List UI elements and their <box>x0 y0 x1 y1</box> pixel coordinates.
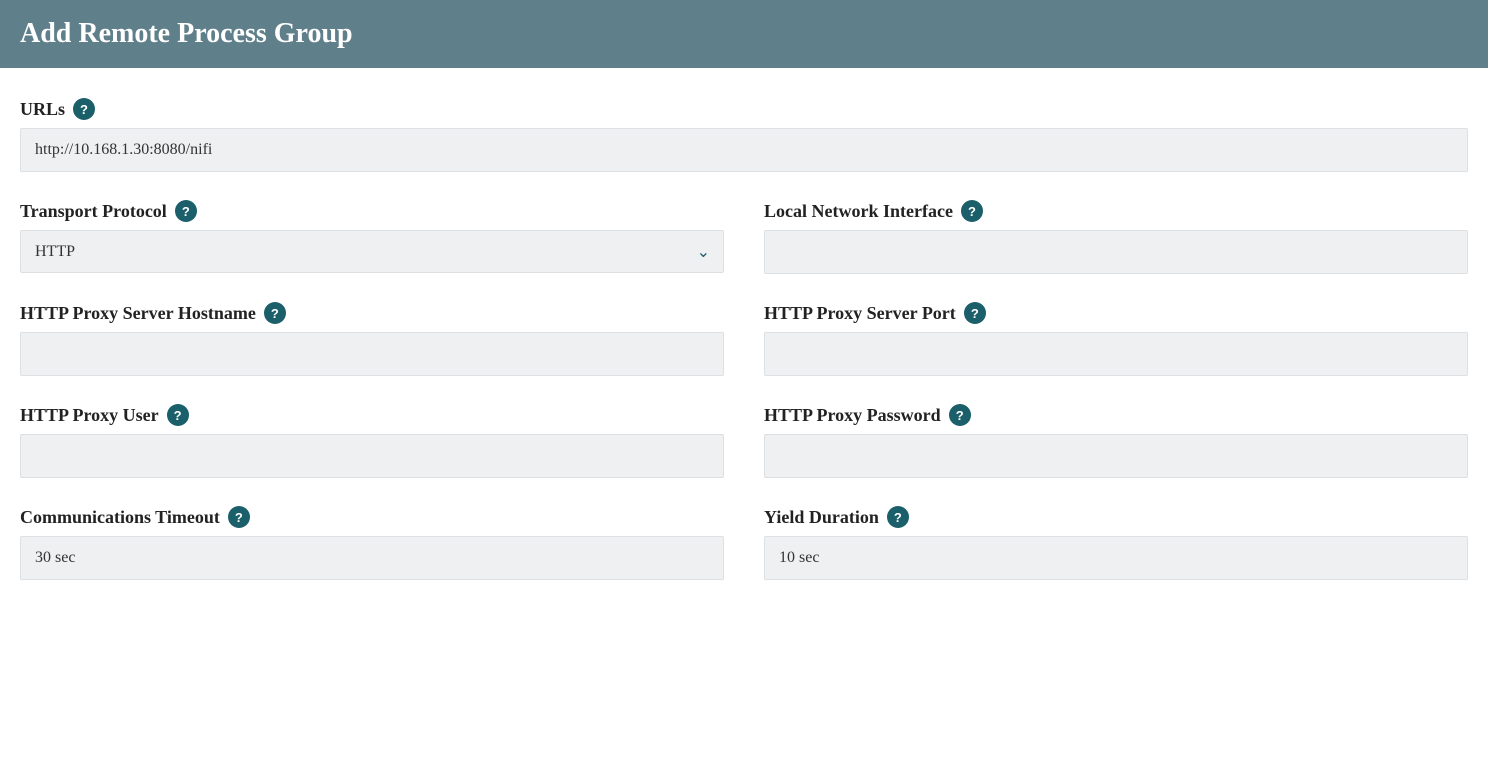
http-proxy-port-input[interactable] <box>764 332 1468 376</box>
http-proxy-password-label: HTTP Proxy Password ? <box>764 404 1468 426</box>
row-proxy-user-password: HTTP Proxy User ? HTTP Proxy Password ? <box>20 404 1468 478</box>
http-proxy-password-input[interactable] <box>764 434 1468 478</box>
http-proxy-hostname-field-group: HTTP Proxy Server Hostname ? <box>20 302 724 376</box>
urls-help-icon[interactable]: ? <box>73 98 95 120</box>
communications-timeout-help-icon[interactable]: ? <box>228 506 250 528</box>
local-network-interface-label: Local Network Interface ? <box>764 200 1468 222</box>
dialog-title: Add Remote Process Group <box>20 18 353 49</box>
dialog-header: Add Remote Process Group <box>0 0 1488 68</box>
yield-duration-field-group: Yield Duration ? <box>764 506 1468 580</box>
http-proxy-password-field-group: HTTP Proxy Password ? <box>764 404 1468 478</box>
transport-protocol-select-wrapper: HTTP RAW ⌄ <box>20 230 724 273</box>
communications-timeout-label-text: Communications Timeout <box>20 507 220 528</box>
urls-field-group: URLs ? <box>20 98 1468 172</box>
row-proxy-hostname-port: HTTP Proxy Server Hostname ? HTTP Proxy … <box>20 302 1468 376</box>
http-proxy-hostname-input[interactable] <box>20 332 724 376</box>
communications-timeout-label: Communications Timeout ? <box>20 506 724 528</box>
http-proxy-port-field-group: HTTP Proxy Server Port ? <box>764 302 1468 376</box>
local-network-interface-label-text: Local Network Interface <box>764 201 953 222</box>
urls-input[interactable] <box>20 128 1468 172</box>
http-proxy-password-help-icon[interactable]: ? <box>949 404 971 426</box>
http-proxy-port-label: HTTP Proxy Server Port ? <box>764 302 1468 324</box>
urls-label-text: URLs <box>20 99 65 120</box>
dialog-content: URLs ? Transport Protocol ? HTTP RAW ⌄ L… <box>0 68 1488 638</box>
row-transport-network: Transport Protocol ? HTTP RAW ⌄ Local Ne… <box>20 200 1468 274</box>
http-proxy-hostname-label-text: HTTP Proxy Server Hostname <box>20 303 256 324</box>
http-proxy-user-label: HTTP Proxy User ? <box>20 404 724 426</box>
http-proxy-user-label-text: HTTP Proxy User <box>20 405 159 426</box>
yield-duration-help-icon[interactable]: ? <box>887 506 909 528</box>
communications-timeout-input[interactable] <box>20 536 724 580</box>
http-proxy-user-field-group: HTTP Proxy User ? <box>20 404 724 478</box>
http-proxy-user-help-icon[interactable]: ? <box>167 404 189 426</box>
local-network-interface-input[interactable] <box>764 230 1468 274</box>
yield-duration-input[interactable] <box>764 536 1468 580</box>
http-proxy-hostname-help-icon[interactable]: ? <box>264 302 286 324</box>
yield-duration-label: Yield Duration ? <box>764 506 1468 528</box>
local-network-interface-field-group: Local Network Interface ? <box>764 200 1468 274</box>
http-proxy-password-label-text: HTTP Proxy Password <box>764 405 941 426</box>
transport-protocol-label: Transport Protocol ? <box>20 200 724 222</box>
transport-protocol-label-text: Transport Protocol <box>20 201 167 222</box>
http-proxy-port-help-icon[interactable]: ? <box>964 302 986 324</box>
http-proxy-user-input[interactable] <box>20 434 724 478</box>
urls-label: URLs ? <box>20 98 1468 120</box>
row-timeout-yield: Communications Timeout ? Yield Duration … <box>20 506 1468 580</box>
local-network-interface-help-icon[interactable]: ? <box>961 200 983 222</box>
http-proxy-hostname-label: HTTP Proxy Server Hostname ? <box>20 302 724 324</box>
transport-protocol-field-group: Transport Protocol ? HTTP RAW ⌄ <box>20 200 724 274</box>
http-proxy-port-label-text: HTTP Proxy Server Port <box>764 303 956 324</box>
transport-protocol-select[interactable]: HTTP RAW <box>20 230 724 273</box>
transport-protocol-help-icon[interactable]: ? <box>175 200 197 222</box>
yield-duration-label-text: Yield Duration <box>764 507 879 528</box>
communications-timeout-field-group: Communications Timeout ? <box>20 506 724 580</box>
